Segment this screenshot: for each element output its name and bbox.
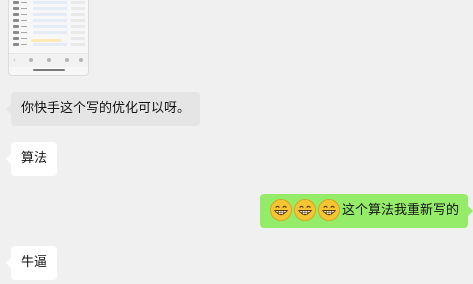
message-text: 牛逼	[21, 255, 48, 270]
grinning-face-icon	[294, 199, 316, 221]
message-bubble-incoming[interactable]: 牛逼	[5, 246, 58, 280]
message-text: 算法	[21, 151, 48, 166]
image-toolbar: ‹	[9, 53, 88, 67]
message-bubble-incoming[interactable]: 算法	[5, 142, 58, 176]
toolbar-dot-icon	[65, 58, 69, 62]
image-highlight-row	[31, 39, 61, 42]
toolbar-dot-icon	[29, 58, 33, 62]
back-arrow-icon: ‹	[13, 56, 16, 64]
toolbar-dot-icon	[79, 58, 83, 62]
message-bubble-outgoing[interactable]: 这个算法我重新写的	[259, 194, 473, 228]
message-text: 这个算法我重新写的	[341, 203, 459, 218]
message-bubble-incoming[interactable]: 你快手这个写的优化可以呀。	[5, 92, 201, 126]
home-indicator	[33, 69, 65, 71]
image-message[interactable]: ‹	[8, 0, 89, 76]
message-text: 你快手这个写的优化可以呀。	[21, 101, 191, 116]
toolbar-dot-icon	[47, 58, 51, 62]
grinning-face-icon	[270, 199, 292, 221]
grinning-face-icon	[318, 199, 340, 221]
